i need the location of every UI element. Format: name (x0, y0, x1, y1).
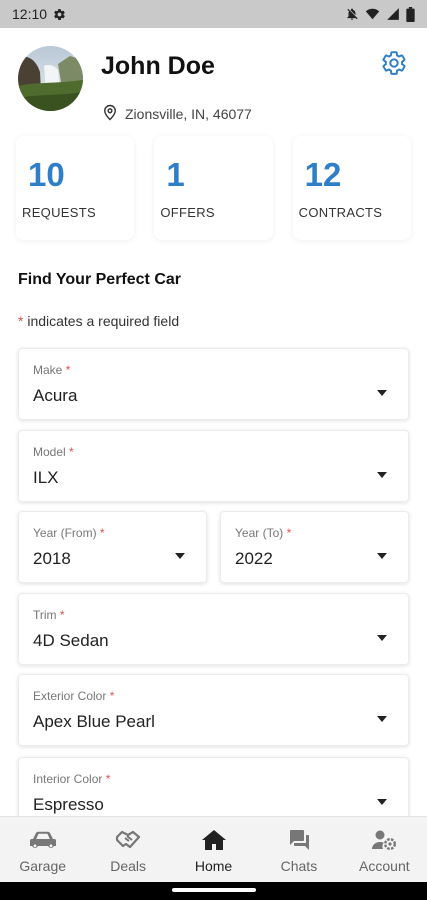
wifi-icon (365, 7, 380, 21)
car-icon (29, 827, 57, 853)
gear-icon (53, 8, 66, 21)
trim-value: 4D Sedan (33, 631, 109, 650)
home-indicator[interactable] (172, 888, 256, 892)
dropdown-arrow-icon (376, 795, 388, 807)
model-value: ILX (33, 468, 59, 487)
exterior-color-select[interactable]: Exterior Color * Apex Blue Pearl (18, 674, 409, 746)
model-select[interactable]: Model * ILX (18, 430, 409, 502)
notifications-off-icon (345, 7, 359, 21)
system-navigation-bar (0, 882, 427, 900)
home-icon (200, 827, 228, 853)
profile-name: John Doe (101, 52, 215, 80)
status-bar: 12:10 (0, 0, 427, 28)
exterior-color-value: Apex Blue Pearl (33, 712, 155, 731)
make-label: Make * (33, 363, 71, 377)
stats-row: 10 REQUESTS 1 OFFERS 12 CONTRACTS (8, 136, 419, 240)
nav-label: Garage (19, 858, 67, 874)
required-note-text: indicates a required field (23, 313, 180, 329)
profile-location: Zionsville, IN, 46077 (103, 104, 252, 124)
profile-header: John Doe Zionsville, IN, 46077 (18, 46, 409, 122)
year-to-value: 2022 (235, 549, 273, 568)
stat-card-contracts[interactable]: 12 CONTRACTS (292, 136, 411, 240)
interior-color-label: Interior Color * (33, 772, 111, 786)
stat-card-requests[interactable]: 10 REQUESTS (16, 136, 135, 240)
handshake-icon (114, 827, 142, 853)
dropdown-arrow-icon (376, 549, 388, 561)
make-select[interactable]: Make * Acura (18, 348, 409, 420)
location-text: Zionsville, IN, 46077 (125, 106, 252, 122)
trim-select[interactable]: Trim * 4D Sedan (18, 593, 409, 665)
stat-card-offers[interactable]: 1 OFFERS (154, 136, 273, 240)
nav-item-garage[interactable]: Garage (0, 817, 85, 882)
required-note: * indicates a required field (18, 313, 179, 329)
settings-button[interactable] (381, 50, 409, 78)
dropdown-arrow-icon (376, 386, 388, 398)
gear-icon (381, 51, 407, 80)
stat-value: 10 (28, 156, 65, 193)
avatar[interactable] (18, 46, 83, 111)
nav-label: Chats (280, 858, 318, 874)
interior-color-value: Espresso (33, 795, 104, 814)
dropdown-arrow-icon (376, 468, 388, 480)
year-from-select[interactable]: Year (From) * 2018 (18, 511, 207, 583)
nav-label: Deals (110, 858, 146, 874)
model-label: Model * (33, 445, 74, 459)
nav-item-home[interactable]: Home (171, 817, 256, 882)
year-to-label: Year (To) * (235, 526, 292, 540)
section-title: Find Your Perfect Car (18, 271, 181, 288)
chat-icon (285, 827, 313, 853)
bottom-nav: Garage Deals Home Chats Account (0, 816, 427, 882)
year-from-label: Year (From) * (33, 526, 105, 540)
stat-label: CONTRACTS (298, 205, 383, 220)
main-content: John Doe Zionsville, IN, 46077 10 REQUES… (0, 28, 427, 816)
signal-icon (386, 7, 400, 21)
battery-icon (406, 6, 415, 22)
stat-label: REQUESTS (22, 205, 96, 220)
make-value: Acura (33, 386, 78, 405)
interior-color-select[interactable]: Interior Color * Espresso (18, 757, 409, 816)
year-from-value: 2018 (33, 549, 71, 568)
nav-item-account[interactable]: Account (342, 817, 427, 882)
nav-item-chats[interactable]: Chats (256, 817, 341, 882)
year-to-select[interactable]: Year (To) * 2022 (220, 511, 409, 583)
stat-label: OFFERS (160, 205, 215, 220)
nav-label: Account (359, 858, 410, 874)
dropdown-arrow-icon (376, 631, 388, 643)
account-settings-icon (370, 827, 398, 853)
stat-value: 1 (166, 156, 185, 193)
location-pin-icon (103, 104, 117, 124)
dropdown-arrow-icon (376, 712, 388, 724)
dropdown-arrow-icon (174, 549, 186, 561)
exterior-color-label: Exterior Color * (33, 689, 115, 703)
status-time: 12:10 (12, 6, 48, 22)
nav-item-deals[interactable]: Deals (85, 817, 170, 882)
nav-label: Home (194, 858, 233, 874)
stat-value: 12 (304, 156, 342, 193)
trim-label: Trim * (33, 608, 65, 622)
